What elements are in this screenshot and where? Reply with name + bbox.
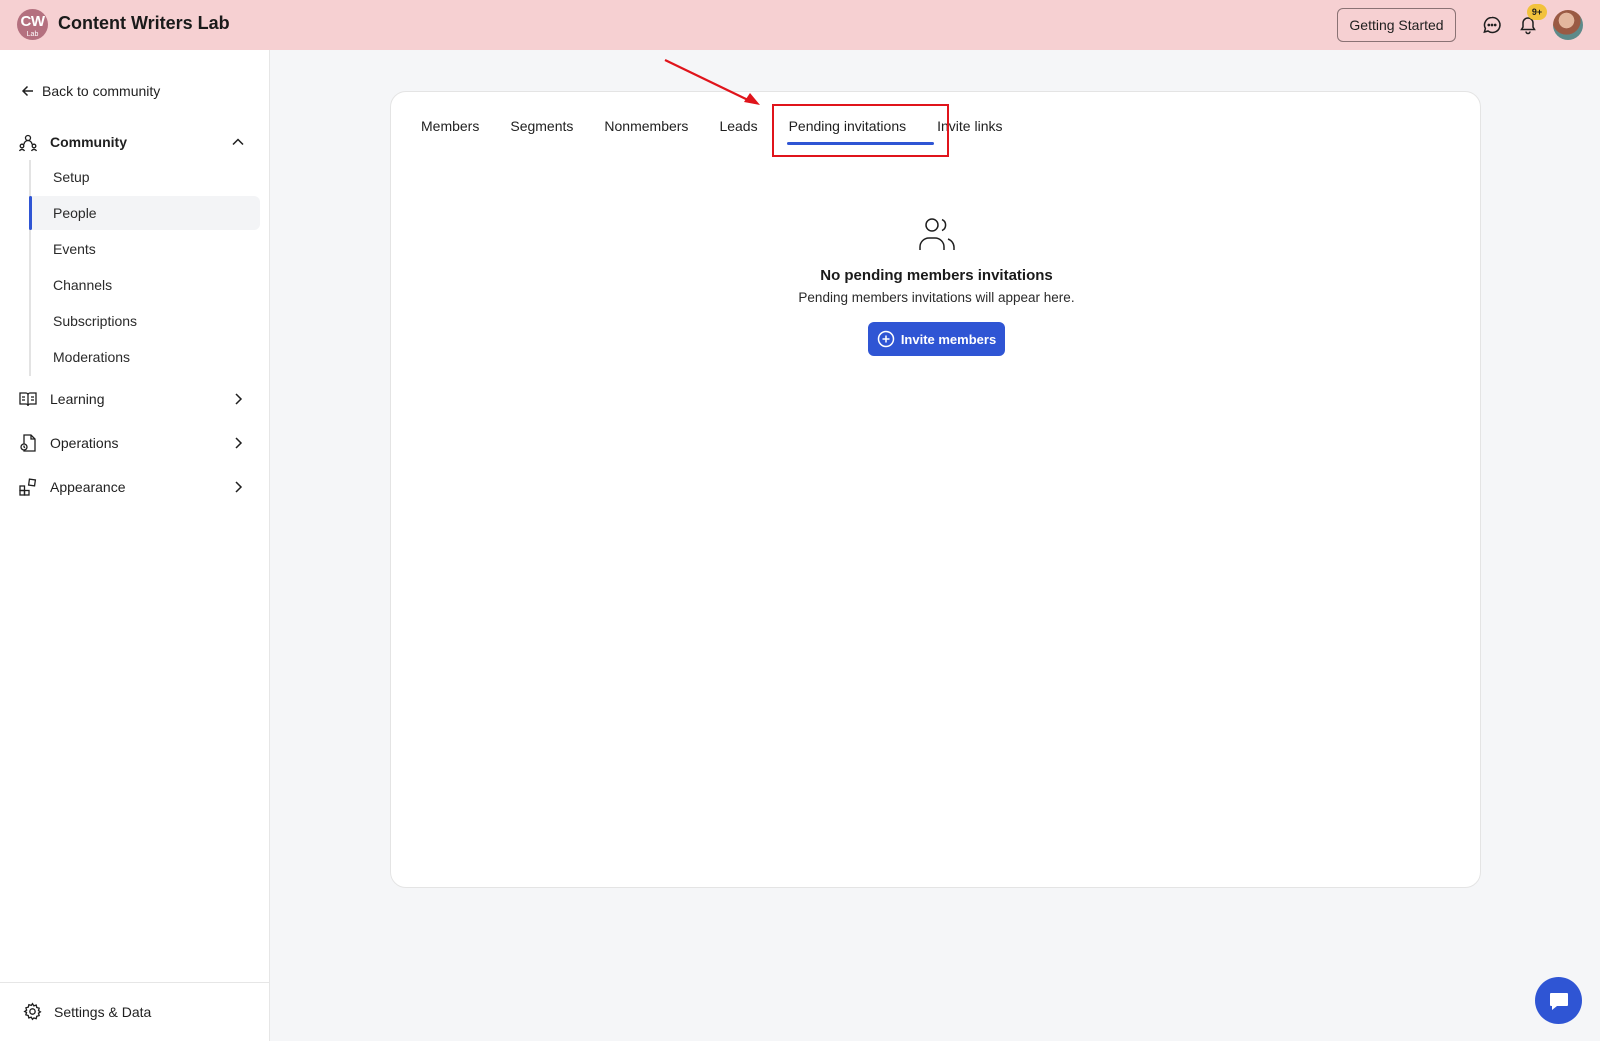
back-label: Back to community [42, 83, 161, 99]
settings-and-data-link[interactable]: Settings & Data [23, 1002, 151, 1021]
gear-icon [23, 1002, 42, 1021]
operations-label: Operations [50, 435, 119, 451]
sidebar-item-setup[interactable]: Setup [31, 160, 260, 194]
tab-nonmembers[interactable]: Nonmembers [604, 118, 688, 134]
settings-label: Settings & Data [54, 1003, 152, 1020]
learning-label: Learning [50, 391, 105, 407]
tab-pending-invitations[interactable]: Pending invitations [789, 118, 907, 134]
chevron-up-icon [232, 138, 244, 146]
tab-segments[interactable]: Segments [510, 118, 573, 134]
invite-members-label: Invite members [900, 331, 997, 347]
community-subnav: Setup People Events Channels Subscriptio… [29, 160, 260, 376]
sidebar-section-community[interactable]: Community [18, 128, 252, 156]
community-logo[interactable]: CW Lab [17, 9, 48, 40]
community-label: Community [50, 134, 127, 150]
sidebar-item-subscriptions[interactable]: Subscriptions [31, 304, 260, 338]
back-to-community-link[interactable]: Back to community [20, 83, 160, 99]
chevron-right-icon [235, 481, 243, 493]
empty-state-subtitle: Pending members invitations will appear … [798, 290, 1075, 305]
sidebar-item-moderations[interactable]: Moderations [31, 340, 260, 374]
community-icon [18, 134, 38, 152]
sidebar-item-people-label: People [53, 205, 97, 221]
chevron-right-icon [235, 393, 243, 405]
empty-state: No pending members invitations Pending m… [391, 216, 1482, 356]
arrow-left-icon [21, 85, 33, 97]
operations-document-icon [20, 434, 36, 452]
people-card: Members Segments Nonmembers Leads Pendin… [390, 91, 1481, 888]
invite-members-button[interactable]: Invite members [867, 322, 1006, 356]
sidebar-section-learning[interactable]: Learning [18, 385, 252, 413]
chat-bubble-icon[interactable] [1482, 15, 1502, 35]
top-bar: CW Lab Content Writers Lab Getting Start… [0, 0, 1600, 50]
tab-leads[interactable]: Leads [719, 118, 757, 134]
logo-text: CW [20, 13, 46, 30]
sidebar-item-events[interactable]: Events [31, 232, 260, 266]
sidebar-section-appearance[interactable]: Appearance [18, 473, 252, 501]
plus-circle-icon [877, 330, 895, 348]
people-tabs: Members Segments Nonmembers Leads Pendin… [421, 118, 1002, 134]
appearance-label: Appearance [50, 479, 126, 495]
chat-icon [1549, 992, 1568, 1010]
users-icon [918, 218, 955, 250]
chevron-right-icon [235, 437, 243, 449]
app-title[interactable]: Content Writers Lab [58, 13, 230, 34]
tab-members[interactable]: Members [421, 118, 479, 134]
sidebar-item-people[interactable]: People [29, 196, 260, 230]
sidebar: Back to community Community Setup People… [0, 50, 270, 1041]
logo-subtext: Lab [26, 31, 39, 38]
user-avatar[interactable] [1553, 10, 1583, 40]
support-chat-button[interactable] [1535, 977, 1582, 1024]
sidebar-footer: Settings & Data [0, 982, 269, 1041]
getting-started-button[interactable]: Getting Started [1337, 8, 1456, 42]
empty-state-title: No pending members invitations [820, 267, 1053, 284]
book-icon [19, 392, 37, 407]
notification-badge: 9+ [1527, 4, 1547, 20]
active-indicator [29, 196, 32, 230]
sidebar-item-channels[interactable]: Channels [31, 268, 260, 302]
appearance-blocks-icon [19, 478, 37, 496]
tab-invite-links[interactable]: Invite links [937, 118, 1002, 134]
active-tab-underline [787, 142, 934, 145]
sidebar-section-operations[interactable]: Operations [18, 429, 252, 457]
